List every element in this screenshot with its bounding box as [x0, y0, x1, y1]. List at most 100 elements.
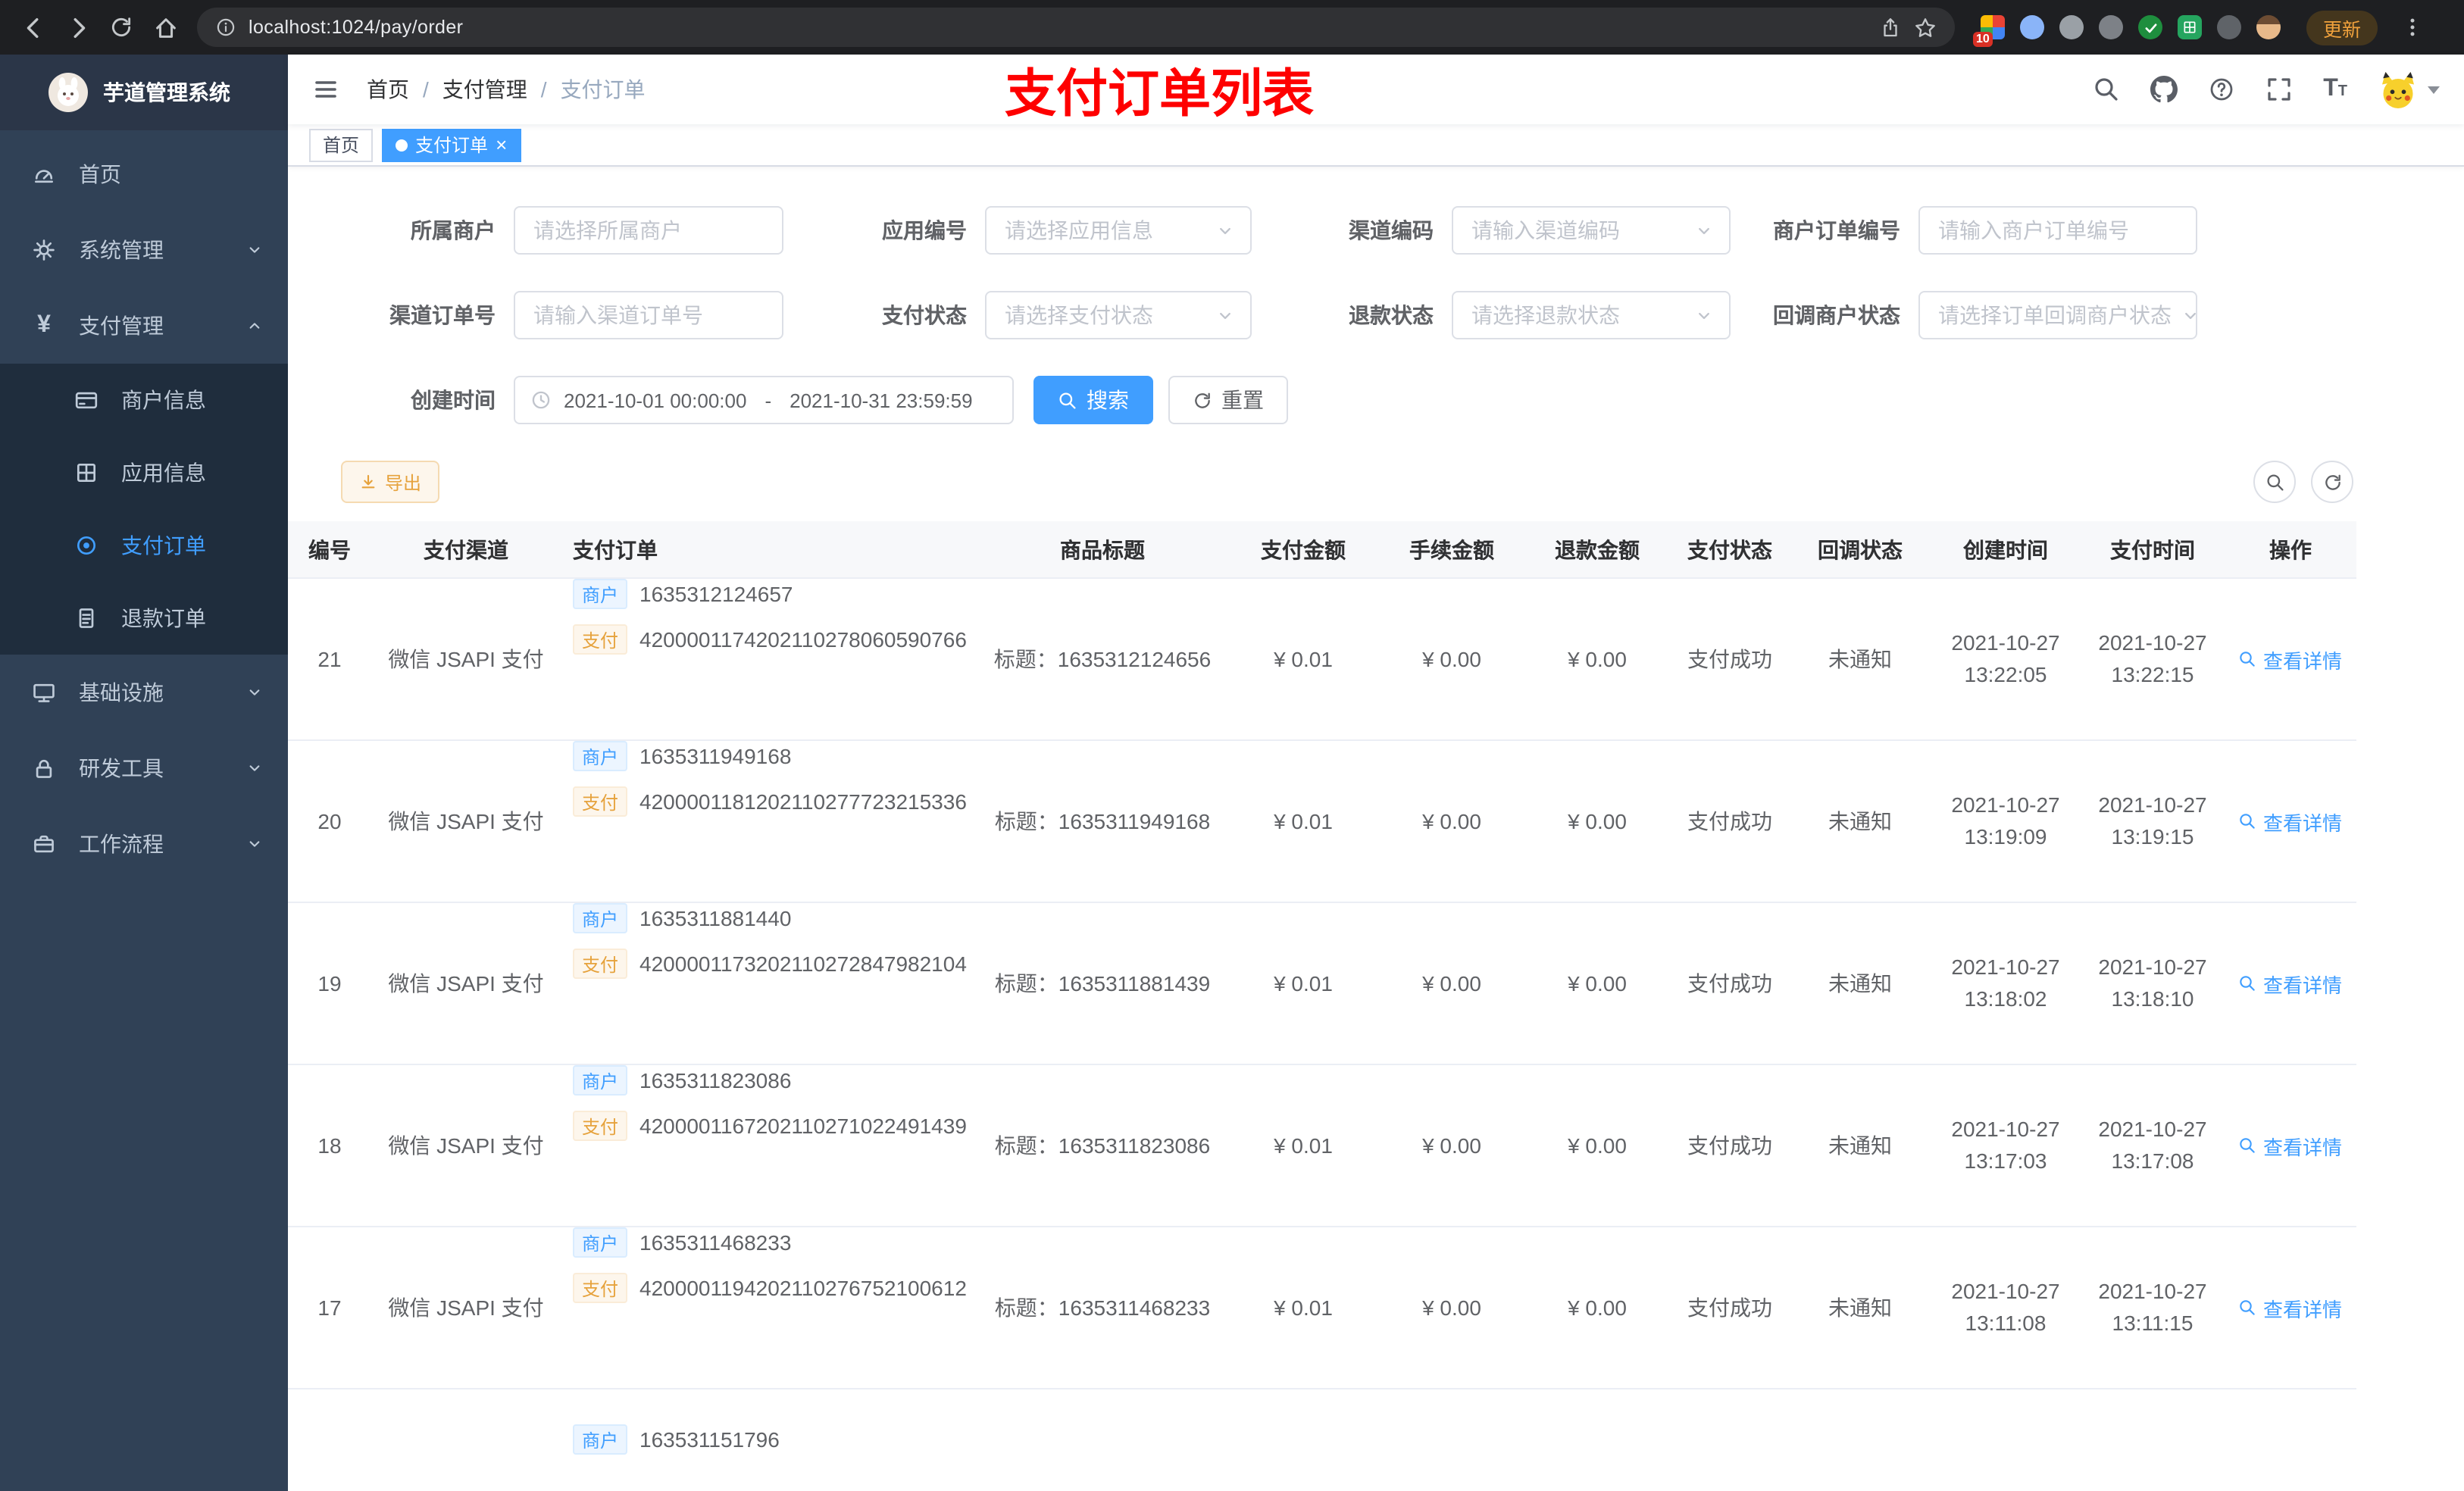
close-icon[interactable]: ×	[496, 135, 507, 155]
pay-order-no: 4200001167202110271022491439	[639, 1114, 967, 1138]
pay-status-select[interactable]: 请选择支付状态	[985, 291, 1252, 339]
extension-icon-dark-gray[interactable]	[2099, 15, 2123, 39]
cell-channel: 微信 JSAPI 支付	[371, 741, 561, 903]
browser-reload-button[interactable]	[103, 9, 139, 45]
merchant-order-no: 1635311881440	[639, 906, 792, 930]
pay-tag: 支付	[573, 1273, 628, 1303]
extension-icon-green-check[interactable]	[2138, 15, 2162, 39]
pay-tag: 支付	[573, 786, 628, 817]
tab-home[interactable]: 首页	[309, 128, 374, 161]
col-header-refund: 退款金额	[1524, 521, 1670, 579]
filter-label-merchant: 所属商户	[411, 218, 496, 242]
document-icon	[73, 606, 100, 630]
search-icon[interactable]	[2093, 76, 2120, 103]
github-icon[interactable]	[2150, 76, 2178, 103]
share-icon[interactable]	[1879, 16, 1902, 39]
cell-channel: 微信 JSAPI 支付	[371, 903, 561, 1065]
col-header-order: 支付订单	[561, 521, 977, 579]
cell-order: 商户 1635311468233 支付 4200001194202110276752…	[561, 1227, 977, 1389]
sidebar-item-pay-order[interactable]: 支付订单	[0, 509, 288, 582]
cell-refund: ¥ 0.00	[1524, 579, 1670, 741]
extensions-area: 10	[1973, 15, 2281, 47]
filter-label-notify-status: 回调商户状态	[1773, 303, 1900, 327]
filter-label-app: 应用编号	[882, 218, 967, 242]
view-detail-link[interactable]: 查看详情	[2239, 1293, 2342, 1322]
extension-icon-gray[interactable]	[2059, 15, 2084, 39]
browser-update-button[interactable]: 更新	[2306, 10, 2378, 45]
extension-icon-pin[interactable]	[2217, 15, 2241, 39]
cell-fee: ¥ 0.00	[1379, 1065, 1524, 1227]
sidebar-item-merchant-info[interactable]: 商户信息	[0, 364, 288, 436]
sidebar-item-label: 首页	[79, 162, 121, 186]
tab-pay-order[interactable]: 支付订单 ×	[382, 128, 521, 161]
filter-label-refund-status: 退款状态	[1349, 303, 1434, 327]
sidebar-item-payment[interactable]: ¥ 支付管理	[0, 288, 288, 364]
cell-create-time: 2021-10-27 13:19:09	[1931, 741, 2081, 903]
chevron-down-icon	[245, 759, 264, 777]
create-time-range-picker[interactable]: 2021-10-01 00:00:00 - 2021-10-31 23:59:5…	[514, 376, 1014, 424]
sidebar-item-dev-tools[interactable]: 研发工具	[0, 730, 288, 806]
view-detail-link[interactable]: 查看详情	[2239, 969, 2342, 998]
sidebar-item-system[interactable]: 系统管理	[0, 212, 288, 288]
col-header-create-time: 创建时间	[1931, 521, 2081, 579]
view-detail-link[interactable]: 查看详情	[2239, 645, 2342, 674]
view-detail-link[interactable]: 查看详情	[2239, 1131, 2342, 1160]
browser-back-button[interactable]	[15, 9, 52, 45]
address-bar[interactable]: localhost:1024/pay/order	[197, 8, 1955, 47]
breadcrumb-home[interactable]: 首页	[367, 74, 409, 105]
cell-amount: ¥ 0.01	[1227, 903, 1379, 1065]
date-end-value: 2021-10-31 23:59:59	[790, 389, 973, 411]
breadcrumb-payment[interactable]: 支付管理	[442, 74, 527, 105]
cell-notify: 未通知	[1790, 1227, 1931, 1389]
app-title: 芋道管理系统	[103, 80, 230, 105]
chevron-up-icon	[245, 317, 264, 335]
search-button[interactable]: 搜索	[1033, 376, 1153, 424]
merchant-order-no-input[interactable]	[1918, 206, 2197, 255]
bookmark-star-icon[interactable]	[1914, 16, 1937, 39]
notify-status-select[interactable]: 请选择订单回调商户状态	[1918, 291, 2197, 339]
font-size-icon[interactable]: TT	[2323, 77, 2347, 102]
app-filter-select[interactable]: 请选择应用信息	[985, 206, 1252, 255]
cell-status: 支付成功	[1670, 1227, 1790, 1389]
sidebar-item-refund-order[interactable]: 退款订单	[0, 582, 288, 655]
sidebar-item-workflow[interactable]: 工作流程	[0, 806, 288, 882]
browser-forward-button[interactable]	[59, 9, 95, 45]
cell-status: 支付成功	[1670, 741, 1790, 903]
browser-menu-icon[interactable]	[2394, 9, 2431, 45]
cell-refund: ¥ 0.00	[1524, 1065, 1670, 1227]
chevron-down-icon	[245, 835, 264, 853]
sidebar-item-infra[interactable]: 基础设施	[0, 655, 288, 730]
channel-code-filter-select[interactable]: 请输入渠道编码	[1452, 206, 1731, 255]
help-icon[interactable]	[2208, 76, 2235, 103]
app-logo[interactable]: 芋道管理系统	[0, 55, 288, 130]
cell-amount: ¥ 0.01	[1227, 1065, 1379, 1227]
site-info-icon[interactable]	[215, 17, 236, 38]
user-menu[interactable]	[2378, 69, 2440, 110]
profile-face-icon[interactable]	[2256, 15, 2281, 39]
extension-icon-chat[interactable]	[2178, 15, 2202, 39]
pay-tag: 支付	[573, 624, 628, 655]
view-detail-link[interactable]: 查看详情	[2239, 807, 2342, 836]
page-title-annotation: 支付订单列表	[1005, 66, 1314, 123]
breadcrumb-separator: /	[540, 77, 547, 102]
filter-label-create-time: 创建时间	[411, 388, 496, 412]
extension-icon-blue[interactable]	[2020, 15, 2044, 39]
col-header-notify: 回调状态	[1790, 521, 1931, 579]
reset-button[interactable]: 重置	[1168, 376, 1288, 424]
extension-icon-colorful[interactable]: 10	[1973, 15, 2005, 47]
cell-title: 标题：1635311468233	[977, 1227, 1227, 1389]
sidebar-toggle-icon[interactable]	[312, 76, 339, 103]
sidebar-item-app-info[interactable]: 应用信息	[0, 436, 288, 509]
sidebar-item-label: 支付管理	[79, 314, 164, 338]
fullscreen-icon[interactable]	[2265, 76, 2293, 103]
refund-status-select[interactable]: 请选择退款状态	[1452, 291, 1731, 339]
export-button[interactable]: 导出	[341, 461, 440, 503]
sidebar-item-home[interactable]: 首页	[0, 136, 288, 212]
browser-home-button[interactable]	[147, 9, 183, 45]
cell-fee: ¥ 0.00	[1379, 903, 1524, 1065]
channel-order-no-input[interactable]	[514, 291, 783, 339]
toggle-search-button[interactable]	[2253, 461, 2296, 503]
refresh-table-button[interactable]	[2311, 461, 2353, 503]
pay-order-no: 4200001181202110277723215336	[639, 789, 967, 814]
merchant-filter-input[interactable]	[514, 206, 783, 255]
